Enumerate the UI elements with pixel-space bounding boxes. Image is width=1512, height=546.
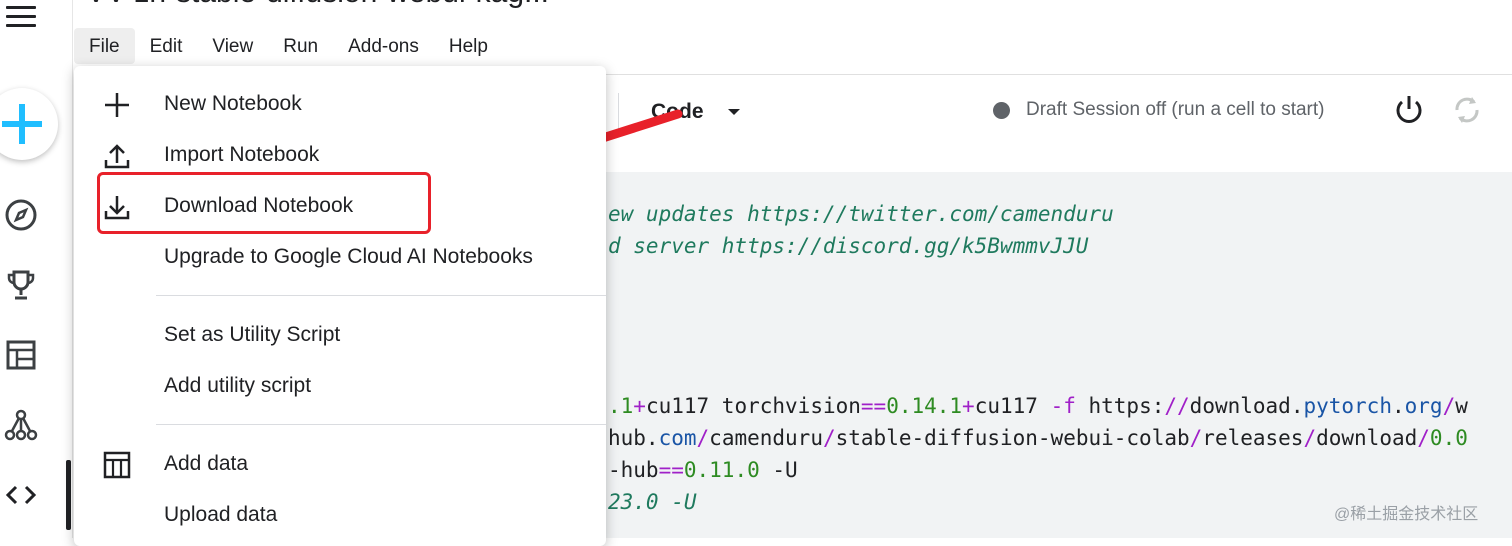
create-button[interactable] xyxy=(0,88,58,160)
session-status-dot xyxy=(993,102,1010,119)
plus-icon xyxy=(2,104,42,144)
menu-edit[interactable]: Edit xyxy=(135,28,198,64)
active-indicator xyxy=(66,460,71,530)
left-rail xyxy=(0,0,73,538)
code-line: .1+cu117 torchvision==0.14.1+cu117 -f ht… xyxy=(608,394,1468,418)
table-icon xyxy=(103,451,131,479)
menu-item-label: Upload data xyxy=(164,503,278,526)
refresh-icon[interactable] xyxy=(1450,93,1484,127)
menu-item-label: Add data xyxy=(164,452,249,475)
file-menu-dropdown: New Notebook Import Notebook Download No… xyxy=(74,66,606,546)
chevron-down-icon[interactable] xyxy=(728,109,740,115)
menu-item-label: Add utility script xyxy=(164,374,312,397)
code-line: hub.com/camenduru/stable-diffusion-webui… xyxy=(608,426,1468,450)
menu-item-new-notebook[interactable]: New Notebook xyxy=(74,80,606,128)
menu-item-label: New Notebook xyxy=(164,92,302,115)
menu-item-set-utility-script[interactable]: Set as Utility Script xyxy=(74,311,606,359)
menu-item-upload-data[interactable]: Upload data xyxy=(74,491,606,539)
menu-item-add-utility-script[interactable]: Add utility script xyxy=(74,362,606,410)
notebook-title[interactable]: VV-zh-stable-diffusion-webui-kag... xyxy=(86,0,549,10)
menu-item-label: Set as Utility Script xyxy=(164,323,341,346)
upload-icon xyxy=(104,144,130,169)
menu-separator xyxy=(156,295,606,296)
menu-run[interactable]: Run xyxy=(268,28,333,64)
menu-add-ons[interactable]: Add-ons xyxy=(333,28,434,64)
menu-item-label: Import Notebook xyxy=(164,143,320,166)
code-line: -hub==0.11.0 -U xyxy=(608,458,798,482)
plus-icon xyxy=(105,93,129,117)
menu-item-label: Upgrade to Google Cloud AI Notebooks xyxy=(164,245,533,268)
menu-view[interactable]: View xyxy=(197,28,268,64)
watermark: @稀土掘金技术社区 xyxy=(1334,506,1479,523)
annotation-highlight-box xyxy=(97,172,431,234)
menu-item-add-data[interactable]: Add data xyxy=(74,440,606,488)
trophy-icon[interactable] xyxy=(4,268,38,302)
menubar: File Edit View Run Add-ons Help xyxy=(74,28,503,64)
compass-icon[interactable] xyxy=(4,198,38,232)
session-status: Draft Session off (run a cell to start) xyxy=(1026,99,1325,120)
table-icon[interactable] xyxy=(4,338,38,372)
code-line: 23.0 -U xyxy=(608,490,697,514)
menu-file[interactable]: File xyxy=(74,28,135,64)
code-icon[interactable] xyxy=(4,478,38,512)
code-comment-line: ew updates https://twitter.com/camenduru xyxy=(608,202,1114,226)
menu-separator xyxy=(156,424,606,425)
code-comment-line: d server https://discord.gg/k5BwmmvJJU xyxy=(608,234,1089,258)
menu-item-upgrade-google-cloud[interactable]: Upgrade to Google Cloud AI Notebooks xyxy=(74,233,606,281)
power-icon[interactable] xyxy=(1392,93,1426,127)
hamburger-menu-icon[interactable] xyxy=(6,6,36,30)
models-icon[interactable] xyxy=(4,408,38,442)
menu-help[interactable]: Help xyxy=(434,28,503,64)
